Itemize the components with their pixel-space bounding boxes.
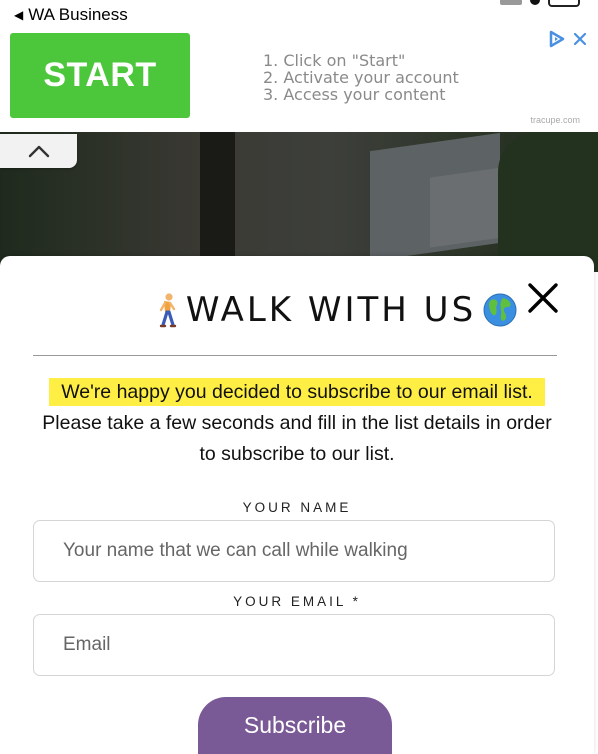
back-arrow-icon: ◀ [14,8,24,22]
ad-choices[interactable] [548,30,588,48]
name-field[interactable] [33,520,555,582]
modal-title-text: WALK WITH US [185,290,477,330]
ad-domain: tracupe.com [530,115,580,125]
ad-step: 1. Click on "Start" [263,51,406,70]
name-input[interactable] [61,539,535,563]
subscribe-button[interactable]: Subscribe [198,697,392,754]
adchoices-icon[interactable] [548,30,566,48]
back-app-label: WA Business [28,5,128,24]
ad-close-icon[interactable] [572,31,588,47]
email-field[interactable] [33,614,555,676]
wifi-icon [530,0,540,5]
signal-icon [500,0,522,5]
collapse-ad-button[interactable] [0,134,77,168]
close-icon[interactable] [525,280,561,316]
battery-icon [548,0,580,7]
divider [33,355,557,356]
ad-steps: 1. Click on "Start" 2. Activate your acc… [263,52,459,103]
intro-text: We're happy you decided to subscribe to … [0,377,594,470]
ad-step: 3. Access your content [263,85,446,104]
email-label: YOUR EMAIL * [233,594,361,609]
intro-highlight: We're happy you decided to subscribe to … [49,378,545,406]
ad-banner[interactable]: START 1. Click on "Start" 2. Activate yo… [0,30,598,130]
background-photo [0,132,598,272]
intro-line: to subscribe to our list. [199,443,395,465]
person-walking-icon [159,293,177,328]
intro-line: Please take a few seconds and fill in th… [42,412,552,434]
name-label: YOUR NAME [242,500,352,515]
email-input[interactable] [61,633,535,657]
back-to-app-link[interactable]: ◀ WA Business [14,5,128,25]
status-bar: ◀ WA Business [0,0,598,30]
subscribe-modal: WALK WITH US We're happy you decided to … [0,256,594,754]
ad-start-button[interactable]: START [10,33,190,118]
ad-step: 2. Activate your account [263,68,459,87]
chevron-up-icon [28,145,49,158]
status-icons [500,0,580,8]
modal-title: WALK WITH US [0,290,596,330]
globe-icon [483,293,517,327]
